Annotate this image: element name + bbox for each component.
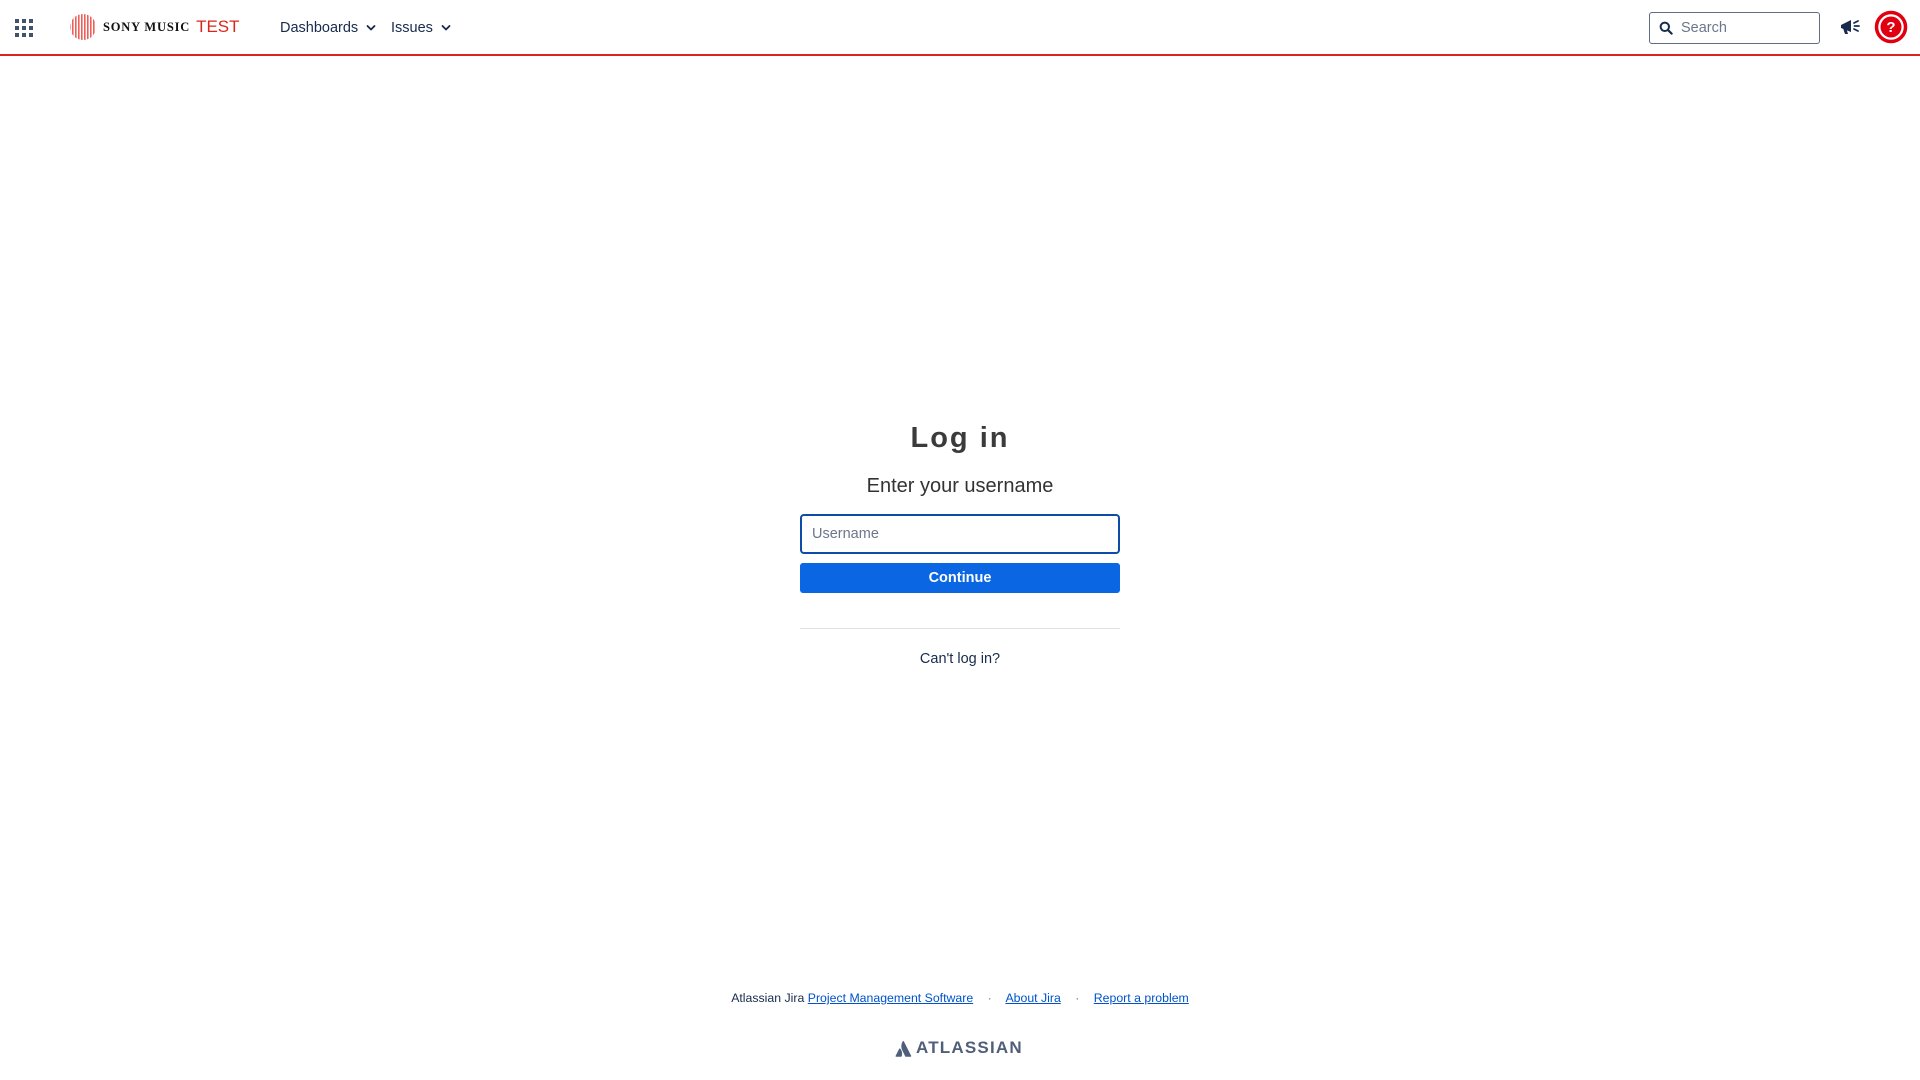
chevron-down-icon [441,25,451,31]
footer-separator: · [987,991,992,1005]
app-switcher-icon[interactable] [12,16,36,40]
logo-text: SONY MUSIC [103,19,191,34]
help-icon[interactable]: ? [1874,10,1908,44]
sony-music-logo [70,14,96,40]
environment-label: TEST [196,17,240,36]
top-navigation-bar: SONY MUSIC TEST Dashboards Issues Search… [0,0,1920,56]
nav-dashboards-label: Dashboards [280,20,359,36]
search-input[interactable] [1681,20,1811,36]
home-logo-link[interactable]: SONY MUSIC TEST [69,13,240,41]
footer-prefix: Atlassian Jira [731,991,805,1005]
nav-issues-menu[interactable]: Issues [391,16,451,40]
search-box[interactable] [1649,12,1820,44]
nav-dashboards-menu[interactable]: Dashboards [280,16,376,40]
search-icon [1659,21,1673,35]
chevron-down-icon [366,25,376,31]
login-title: Log in [910,422,1010,454]
nav-issues-label: Issues [391,20,433,36]
login-panel: Log in Enter your username Continue Can'… [800,414,1120,668]
report-problem-link[interactable]: Report a problem [1094,991,1189,1005]
divider [800,628,1120,629]
atlassian-wordmark: ATLASSIAN [916,1038,1023,1057]
about-jira-link[interactable]: About Jira [1005,991,1060,1005]
continue-button[interactable]: Continue [800,563,1120,593]
login-subtitle: Enter your username [866,475,1054,497]
megaphone-icon[interactable] [1838,14,1864,40]
cant-login-link[interactable]: Can't log in? [920,651,1000,667]
footer-separator: · [1075,991,1080,1005]
username-field[interactable] [800,514,1120,554]
svg-text:?: ? [1886,19,1895,36]
footer-links: Atlassian Jira Project Management Softwa… [0,991,1920,1005]
atlassian-logo[interactable]: ATLASSIAN [895,1038,1023,1058]
project-management-software-link[interactable]: Project Management Software [808,991,973,1005]
atlassian-icon [895,1040,912,1057]
